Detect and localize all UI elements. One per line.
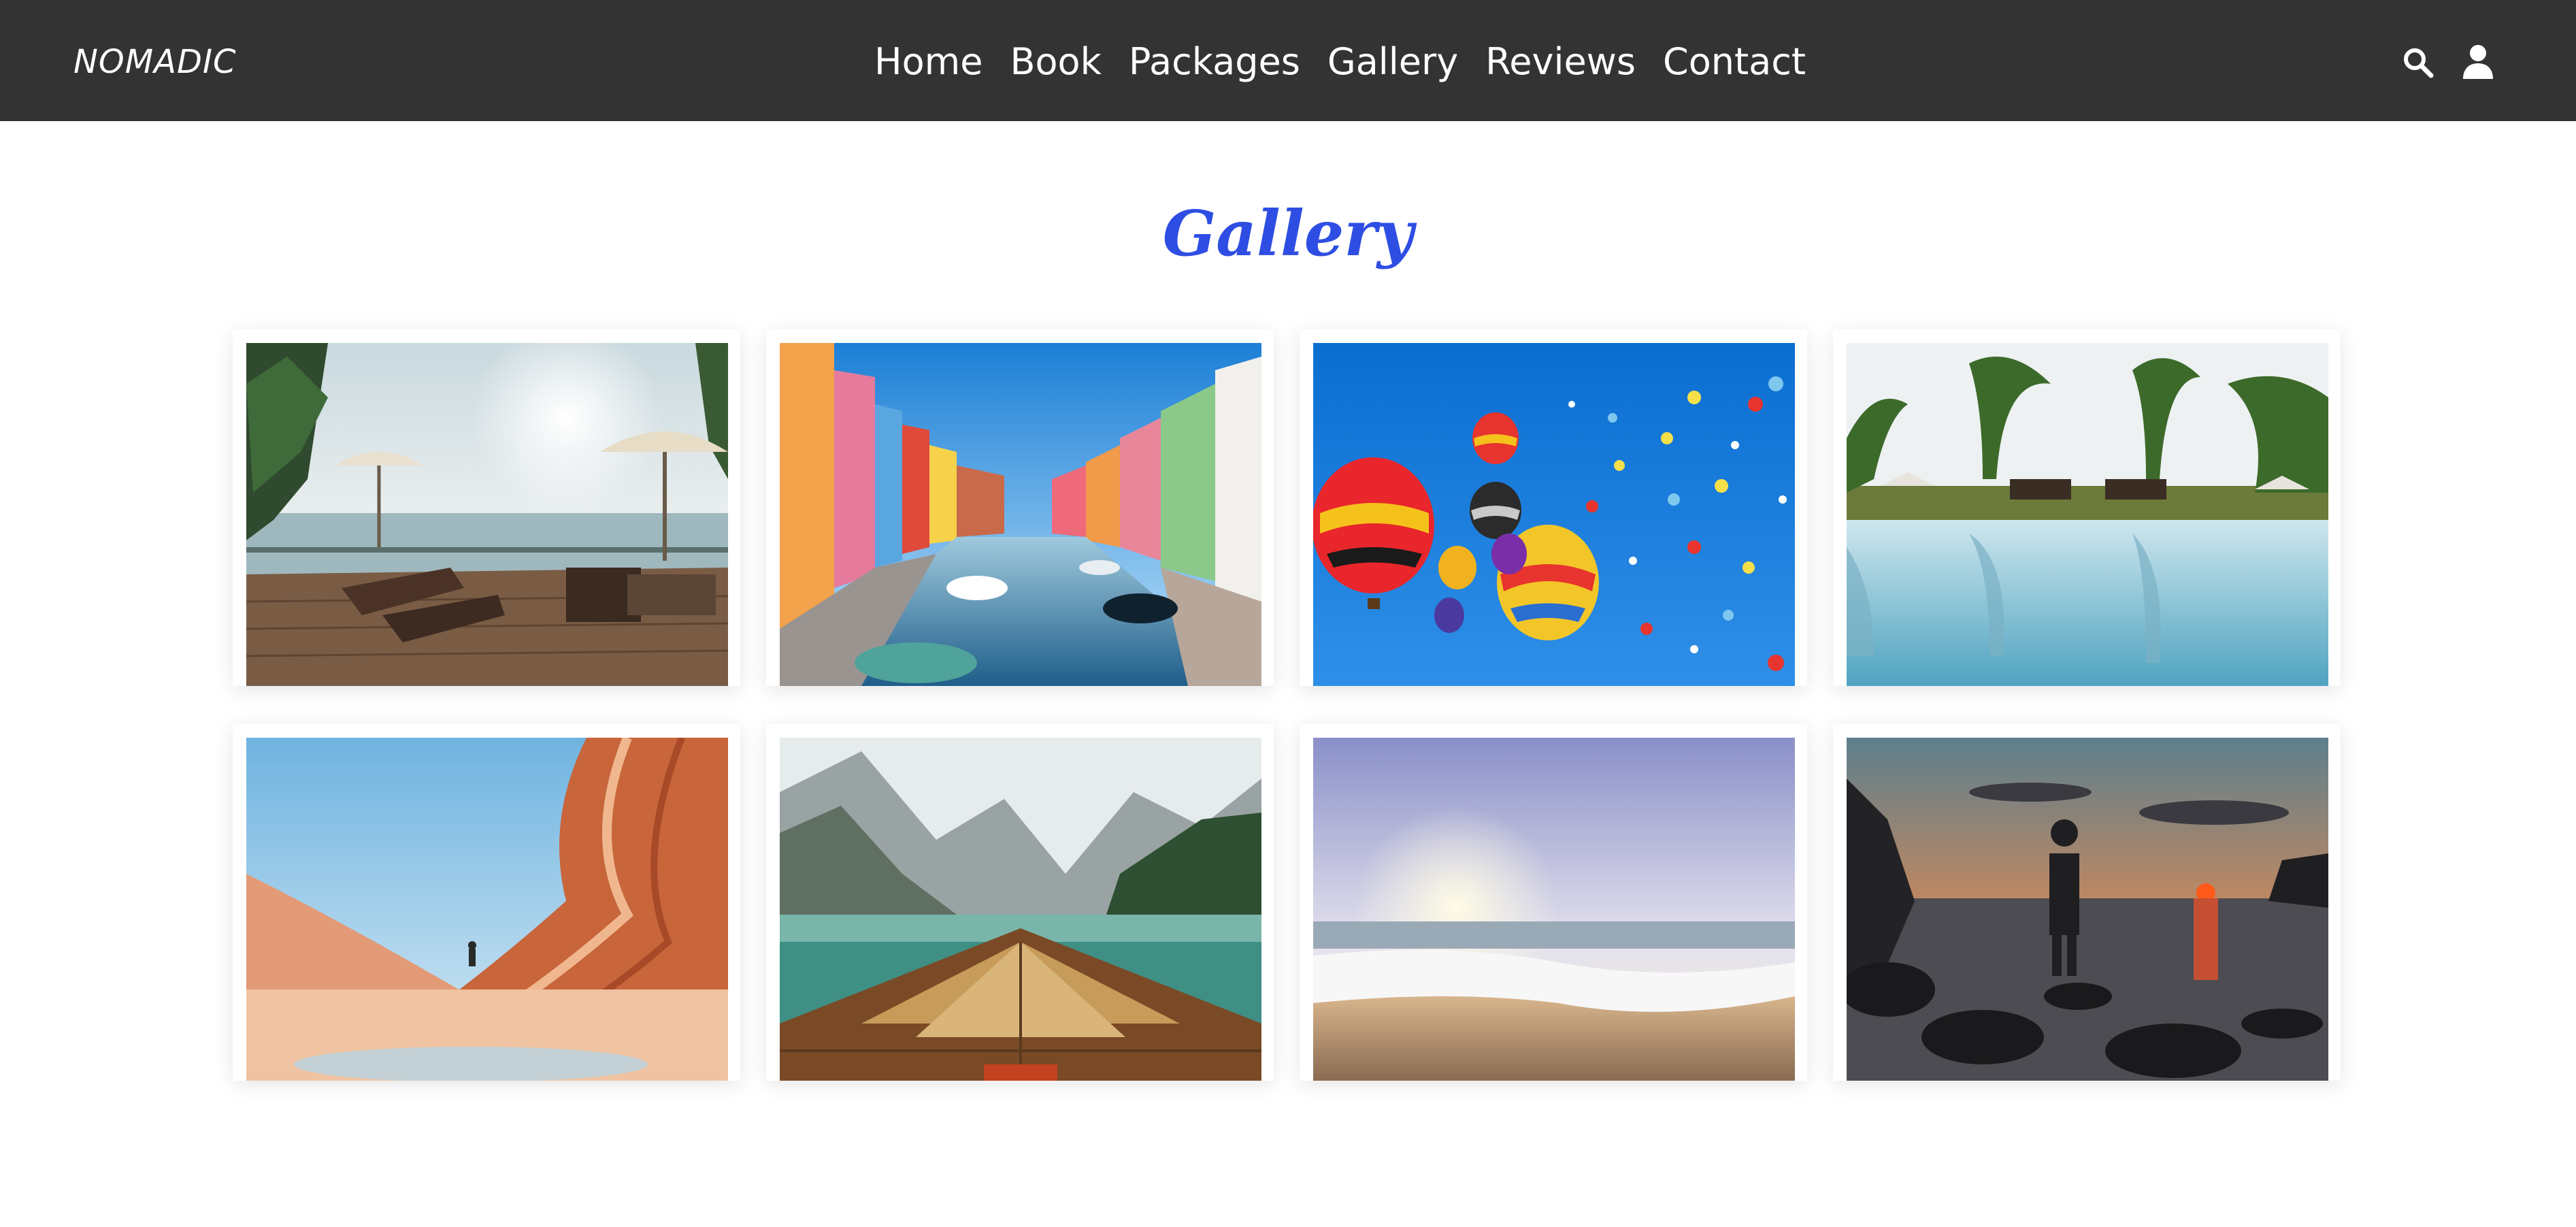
gallery-card[interactable] xyxy=(233,329,740,686)
main-nav: Home Book Packages Gallery Reviews Conta… xyxy=(861,33,1819,91)
page-title: Gallery xyxy=(1162,197,1414,270)
gallery-card[interactable] xyxy=(233,724,740,1081)
nav-item-packages[interactable]: Packages xyxy=(1115,33,1314,91)
gallery-image-sandstone-canyon xyxy=(246,738,728,1081)
gallery-image-colorful-canal xyxy=(780,343,1261,686)
gallery-card[interactable] xyxy=(1300,329,1807,686)
gallery-image-beach-sunrise xyxy=(1313,738,1795,1081)
gallery-image-infinity-pool-deck xyxy=(246,343,728,686)
gallery-image-palm-resort-pool xyxy=(1847,343,2328,686)
gallery-image-sunset-rocks xyxy=(1847,738,2328,1081)
nav-item-reviews[interactable]: Reviews xyxy=(1472,33,1649,91)
gallery-card[interactable] xyxy=(766,329,1274,686)
nav-item-home[interactable]: Home xyxy=(861,33,996,91)
gallery-card[interactable] xyxy=(1833,724,2341,1081)
gallery-image-mountain-lake-boat xyxy=(780,738,1261,1081)
nav-item-book[interactable]: Book xyxy=(996,33,1114,91)
nav-item-gallery[interactable]: Gallery xyxy=(1314,33,1472,91)
search-icon[interactable] xyxy=(2402,46,2434,79)
gallery-image-hot-air-balloons xyxy=(1313,343,1795,686)
gallery-card[interactable] xyxy=(766,724,1274,1081)
brand-logo[interactable]: NOMADIC xyxy=(73,38,237,86)
user-icon[interactable] xyxy=(2462,44,2494,79)
nav-item-contact[interactable]: Contact xyxy=(1649,33,1819,91)
gallery-card[interactable] xyxy=(1300,724,1807,1081)
gallery-card[interactable] xyxy=(1833,329,2341,686)
top-navbar: NOMADIC Home Book Packages Gallery Revie… xyxy=(0,0,2576,121)
